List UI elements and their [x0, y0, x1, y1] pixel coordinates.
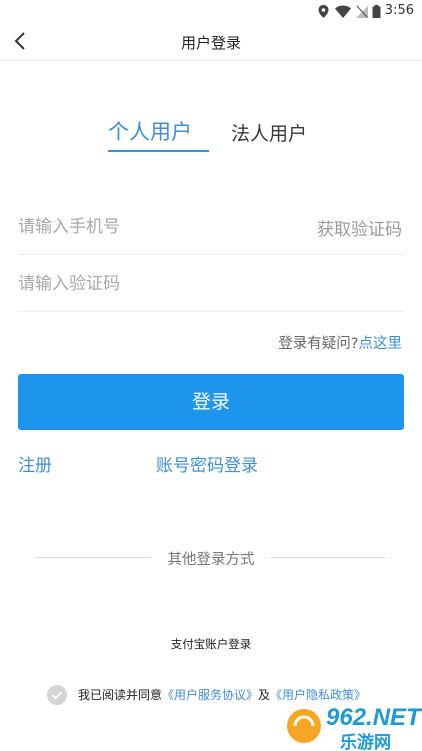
tab-personal-user[interactable]: 个人用户	[108, 116, 192, 146]
battery-icon	[372, 5, 381, 18]
active-tab-indicator	[108, 150, 209, 152]
watermark-text-bottom: 乐游网	[340, 732, 391, 751]
chevron-left-icon	[14, 32, 25, 50]
help-text: 登录有疑问?	[278, 336, 359, 352]
verification-code-input[interactable]	[18, 269, 404, 299]
service-agreement-link[interactable]: 《用户服务协议》	[162, 688, 258, 702]
password-login-link[interactable]: 账号密码登录	[156, 451, 258, 476]
divider	[18, 254, 404, 255]
agreement-prefix: 我已阅读并同意	[78, 688, 163, 702]
login-button[interactable]: 登录	[18, 374, 404, 430]
wifi-icon	[335, 5, 351, 18]
agreement-and: 及	[258, 688, 271, 702]
divider	[18, 311, 404, 312]
help-link[interactable]: 点这里	[359, 336, 403, 352]
status-bar: 3:56	[0, 0, 422, 24]
nav-bar: 用户登录	[0, 24, 422, 61]
check-icon	[51, 691, 63, 700]
get-code-button[interactable]: 获取验证码	[317, 215, 402, 240]
location-icon	[318, 5, 329, 18]
logo-badge-icon	[287, 709, 321, 743]
watermark-text-top: 962.NET	[326, 704, 422, 731]
alipay-login-link[interactable]: 支付宝账户登录	[0, 636, 422, 652]
page-title: 用户登录	[180, 34, 241, 52]
register-link[interactable]: 注册	[18, 451, 52, 476]
signal-icon	[356, 5, 368, 18]
tab-legal-user[interactable]: 法人用户	[231, 119, 307, 146]
help-row: 登录有疑问?点这里	[278, 332, 402, 353]
watermark-logo: 962.NET 乐游网	[287, 702, 422, 751]
phone-input[interactable]	[18, 212, 288, 242]
agreement-checkbox[interactable]	[47, 685, 67, 705]
other-login-label: 其他登录方式	[167, 552, 255, 568]
back-button[interactable]	[10, 30, 32, 52]
status-time: 3:56	[384, 3, 414, 18]
